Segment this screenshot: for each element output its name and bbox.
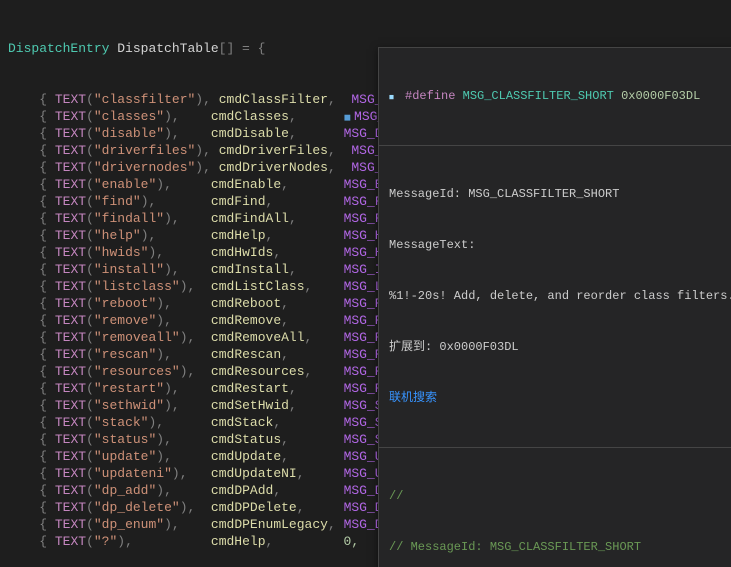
tooltip-line: MessageId: MSG_CLASSFILTER_SHORT <box>389 186 729 203</box>
online-search-link[interactable]: 联机搜索 <box>389 390 729 407</box>
tooltip-comment: // MessageId: MSG_CLASSFILTER_SHORT <box>389 539 729 556</box>
tooltip-line: MessageText: <box>389 237 729 254</box>
tooltip-line: %1!-20s! Add, delete, and reorder class … <box>389 288 729 305</box>
intellisense-icon: ◼ <box>344 113 351 123</box>
code-editor[interactable]: DispatchEntry DispatchTable[] = { { TEXT… <box>0 0 731 567</box>
tooltip-header: #define MSG_CLASSFILTER_SHORT 0x0000F03D… <box>389 88 729 105</box>
hover-tooltip: #define MSG_CLASSFILTER_SHORT 0x0000F03D… <box>378 47 731 567</box>
tooltip-line: 扩展到: 0x0000F03DL <box>389 339 729 356</box>
define-icon <box>389 89 401 101</box>
tooltip-comment: // <box>389 488 729 505</box>
